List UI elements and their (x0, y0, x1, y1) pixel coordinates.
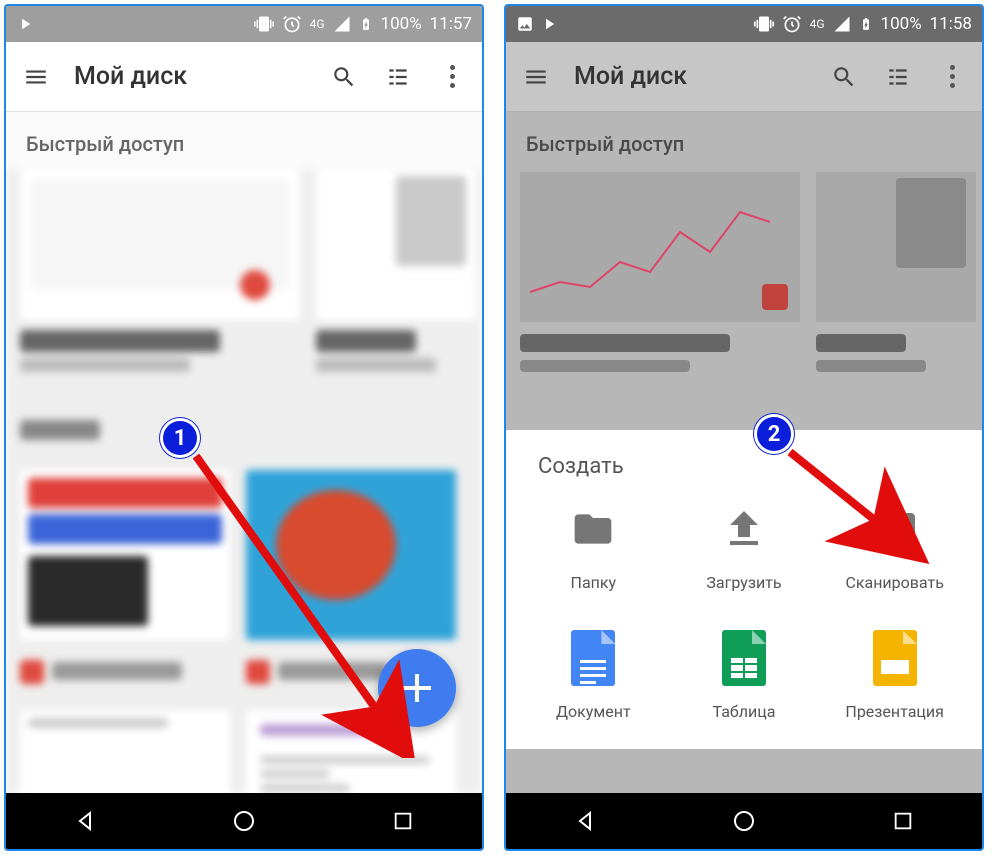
sheet-item-upload[interactable]: Загрузить (669, 499, 820, 592)
fab-create-button[interactable] (378, 649, 456, 727)
nav-back-button[interactable] (572, 808, 598, 834)
nav-recent-button[interactable] (390, 808, 416, 834)
slide-icon (865, 628, 925, 688)
view-toggle-button[interactable] (882, 61, 914, 93)
camera-icon (865, 499, 925, 559)
sheet-item-folder[interactable]: Папку (518, 499, 669, 592)
battery-percent: 100% (381, 14, 422, 34)
signal-icon (333, 15, 351, 33)
page-title: Мой диск (74, 62, 306, 91)
sheet-item-document[interactable]: Документ (518, 628, 669, 721)
vibrate-icon (254, 14, 274, 34)
sheet-item-label: Загрузить (706, 573, 781, 592)
network-label: 4G (810, 17, 825, 31)
app-indicator-icon (540, 15, 558, 33)
content-area: Быстрый доступ Создать Папку (506, 112, 982, 793)
overflow-menu-button[interactable] (936, 61, 968, 93)
sheet-item-label: Таблица (713, 702, 776, 721)
status-bar: 4G 100% 11:58 (506, 6, 982, 42)
view-toggle-button[interactable] (382, 61, 414, 93)
phone-right: 4G 100% 11:58 Мой диск Быстрый доступ (504, 4, 984, 851)
toolbar: Мой диск (506, 42, 982, 112)
search-button[interactable] (828, 61, 860, 93)
status-bar: 4G 100% 11:57 (6, 6, 482, 42)
sheet-item-label: Папку (571, 573, 617, 592)
search-button[interactable] (328, 61, 360, 93)
alarm-icon (782, 14, 802, 34)
sheet-item-presentation[interactable]: Презентация (819, 628, 970, 721)
battery-charging-icon (359, 14, 373, 34)
menu-button[interactable] (520, 61, 552, 93)
create-bottom-sheet: Создать Папку Загрузить (506, 430, 982, 749)
sheet-item-spreadsheet[interactable]: Таблица (669, 628, 820, 721)
dimmed-card (816, 172, 976, 322)
nav-recent-button[interactable] (890, 808, 916, 834)
folder-icon (563, 499, 623, 559)
upload-icon (714, 499, 774, 559)
annotation-badge-1: 1 (160, 418, 200, 458)
sheet-item-label: Сканировать (845, 573, 943, 592)
doc-icon (563, 628, 623, 688)
section-quick-access: Быстрый доступ (6, 112, 482, 172)
dimmed-card (520, 172, 800, 322)
sheet-icon (714, 628, 774, 688)
signal-icon (833, 15, 851, 33)
image-indicator-icon (516, 15, 534, 33)
menu-button[interactable] (20, 61, 52, 93)
status-time: 11:57 (430, 14, 472, 34)
vibrate-icon (754, 14, 774, 34)
battery-percent: 100% (881, 14, 922, 34)
nav-back-button[interactable] (72, 808, 98, 834)
sheet-item-scan[interactable]: Сканировать (819, 499, 970, 592)
app-indicator-icon (16, 15, 34, 33)
status-time: 11:58 (930, 14, 972, 34)
toolbar: Мой диск (6, 42, 482, 112)
network-label: 4G (310, 17, 325, 31)
android-navbar (6, 793, 482, 849)
alarm-icon (282, 14, 302, 34)
sheet-title: Создать (518, 454, 970, 499)
section-quick-access: Быстрый доступ (506, 112, 982, 172)
android-navbar (506, 793, 982, 849)
overflow-menu-button[interactable] (436, 61, 468, 93)
annotation-badge-2: 2 (754, 414, 794, 454)
battery-charging-icon (859, 14, 873, 34)
nav-home-button[interactable] (231, 808, 257, 834)
nav-home-button[interactable] (731, 808, 757, 834)
page-title: Мой диск (574, 62, 806, 91)
phone-left: 4G 100% 11:57 Мой диск Быстрый доступ (4, 4, 484, 851)
sheet-item-label: Презентация (845, 702, 944, 721)
content-area: Быстрый доступ (6, 112, 482, 793)
sheet-item-label: Документ (556, 702, 631, 721)
